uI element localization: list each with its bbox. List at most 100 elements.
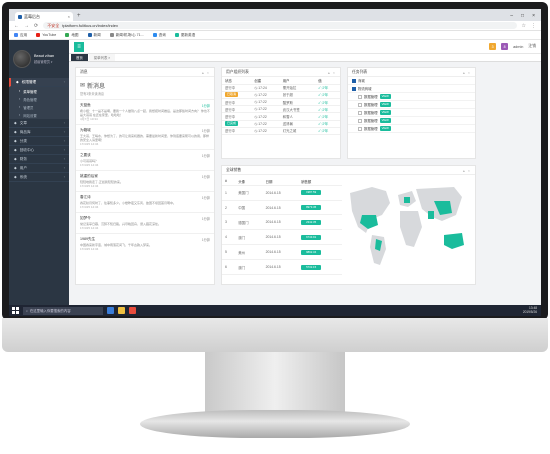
sidebar-item[interactable]: ◆ 系统 ‹ bbox=[9, 173, 69, 182]
task-item[interactable]: 数据管理 VIEW bbox=[348, 109, 475, 117]
menu-item-icon: ◆ bbox=[14, 139, 17, 143]
view-button[interactable]: VIEW bbox=[379, 126, 391, 131]
task-item[interactable]: 数据管理 VIEW bbox=[348, 93, 475, 101]
table-row[interactable]: 已取消 ◷ 17:22 张于超 ✓ 少年 bbox=[222, 91, 340, 100]
checkbox[interactable] bbox=[352, 78, 356, 83]
explorer-icon[interactable] bbox=[118, 307, 125, 314]
date-cell: 2014.6.15 bbox=[262, 200, 299, 216]
task-item[interactable]: 数据管理 VIEW bbox=[348, 125, 475, 133]
message-item[interactable]: 1989先生 1分钟 中国春来新宇宙，城中雨落花间飞，千年古韵入梦来。 17/4/25… bbox=[76, 233, 214, 254]
browser-tab[interactable]: 蓝莓后台 × bbox=[15, 12, 73, 21]
chevron-icon: ‹ bbox=[63, 166, 65, 170]
sidebar: Beaut zihan 超级管理员 ▾ ◆ 权限管理 ‹ ▪ 菜单管理 ▪ 角色管理 ▪ 管理员… bbox=[9, 40, 69, 305]
checkbox[interactable] bbox=[352, 86, 356, 91]
bookmark[interactable]: 新闻 bbox=[87, 33, 101, 38]
checkbox[interactable] bbox=[358, 94, 362, 99]
sidebar-item[interactable]: ◆ 财务 ‹ bbox=[9, 155, 69, 164]
sidebar-item[interactable]: ▪ 管理员 bbox=[9, 103, 69, 111]
column-header: 创建 bbox=[251, 77, 280, 85]
table-row[interactable]: 进行中 ◷ 17:22 和雪人 ✓ 少年 bbox=[222, 112, 340, 121]
reload-icon[interactable]: ⟳ bbox=[34, 23, 38, 29]
task-view-icon[interactable] bbox=[107, 307, 114, 314]
message-item[interactable]: 姚重的后家 1分钟 轻轻地我走了,正如我轻轻的来。 17/4/25 14:34 bbox=[76, 170, 214, 191]
message-item[interactable]: 天蓝鱼 1分钟 希小姐：十一是不是啊，要我一个人做到八点一起，我想把时间推后，是这那… bbox=[76, 99, 214, 124]
page-icon bbox=[152, 33, 157, 37]
table-row[interactable]: 4 澳门 2014.6.15 6743.91 bbox=[222, 229, 342, 246]
checkbox[interactable] bbox=[358, 118, 362, 123]
windows-start-icon[interactable] bbox=[12, 307, 19, 314]
url-field[interactable]: 不安全 tplatform.fulitkus.cn/index/index bbox=[43, 22, 517, 29]
sidebar-item[interactable]: ◆ 商品库 ‹ bbox=[9, 128, 69, 137]
back-icon[interactable]: ← bbox=[14, 23, 19, 29]
table-row[interactable]: 2 中国 2014.6.15 8973.45 bbox=[222, 200, 342, 216]
forward-icon[interactable]: → bbox=[24, 23, 29, 29]
close-tab-icon[interactable]: × bbox=[68, 14, 70, 19]
taskbar-search[interactable]: ⌕ 在这里输入你要搜索的内容 bbox=[23, 306, 103, 315]
page-tab[interactable]: 菜单列表 × bbox=[88, 54, 116, 61]
close-window-icon[interactable]: × bbox=[532, 11, 535, 21]
sidebar-item[interactable]: ▪ 菜单管理 bbox=[9, 87, 69, 95]
sidebar-item[interactable]: ◆ 权限管理 ‹ bbox=[9, 78, 69, 87]
message-item[interactable]: 为箱城 1分钟 王大哥，王喝水，你想为了，的可让用来机器的，需要最新时间里，你到底要… bbox=[76, 124, 214, 149]
checkbox[interactable] bbox=[358, 126, 362, 131]
table-row[interactable]: 1 美国门 2014.6.15 1987.59 bbox=[222, 185, 342, 201]
table-row[interactable]: 3 德国门 2014.6.15 2342.35 bbox=[222, 214, 342, 231]
menu-dots-icon[interactable]: ⋮ bbox=[531, 23, 536, 29]
maximize-icon[interactable]: □ bbox=[521, 11, 524, 21]
time-text: 17:22 bbox=[258, 107, 267, 112]
chevron-icon: ‹ bbox=[63, 130, 65, 134]
table-row[interactable]: 进行中 ◷ 17:22 酷罗斯 ✓ 少年 bbox=[222, 98, 340, 107]
user-role[interactable]: 超级管理员 ▾ bbox=[34, 59, 54, 64]
star-icon[interactable]: ☆ bbox=[522, 23, 526, 29]
bookmark[interactable]: 新闻/机场/心 71... bbox=[109, 33, 144, 38]
view-button[interactable]: VIEW bbox=[379, 110, 391, 115]
avatar[interactable] bbox=[13, 50, 31, 68]
bookmark[interactable]: 应用 bbox=[14, 33, 27, 38]
sidebar-item[interactable]: ◆ 分类 ‹ bbox=[9, 137, 69, 146]
table-row[interactable]: 5 美州 2014.6.15 9892.34 bbox=[222, 244, 342, 261]
bookmark[interactable]: YouTube bbox=[36, 33, 56, 37]
message-icon[interactable]: 8 bbox=[501, 43, 509, 50]
chrome-icon[interactable] bbox=[129, 307, 136, 314]
time-cell: ◷ 17:22 bbox=[251, 91, 280, 100]
view-button[interactable]: VIEW bbox=[379, 118, 391, 123]
bookmark[interactable]: 地图 bbox=[65, 33, 79, 38]
column-header: # bbox=[222, 178, 236, 186]
sidebar-item[interactable]: ◆ 用户 ‹ bbox=[9, 164, 69, 173]
new-tab-icon[interactable]: + bbox=[77, 12, 81, 21]
table-row[interactable]: 进行中 ◷ 17:22 灯光之城 ✓ 少年 bbox=[222, 127, 340, 136]
panel-controls-icon[interactable]: ▴ × bbox=[463, 168, 471, 173]
message-item[interactable]: 如梦令 1分钟 常记溪亭日暮，沉醉不知归路。兴尽晚回舟，误入藕花深处。 17/4/25… bbox=[76, 212, 214, 233]
view-button[interactable]: VIEW bbox=[379, 94, 391, 99]
checkbox[interactable] bbox=[358, 102, 362, 107]
minimize-icon[interactable]: – bbox=[510, 11, 513, 21]
amount-badge: 9892.34 bbox=[301, 249, 322, 255]
sidebar-item[interactable]: ◆ 文章 ‹ bbox=[9, 119, 69, 128]
bookmark[interactable]: 咨询 bbox=[152, 33, 166, 38]
view-button[interactable]: VIEW bbox=[379, 102, 391, 107]
bookmark[interactable]: 更新英语 bbox=[174, 33, 195, 38]
table-row[interactable]: 进行中 ◷ 17:22 武汉大书签 ✓ 少年 bbox=[222, 105, 340, 114]
table-row[interactable]: 6 澳门 2014.6.15 5732.15 bbox=[222, 259, 342, 275]
task-item[interactable]: 数据管理 VIEW bbox=[348, 101, 475, 109]
sidebar-item[interactable]: ◆ 回收中心 ‹ bbox=[9, 146, 69, 155]
notification-icon[interactable]: 3 bbox=[489, 43, 497, 50]
page-tab[interactable]: 首页 bbox=[71, 54, 88, 61]
task-item[interactable]: 数据管理 VIEW bbox=[348, 117, 475, 125]
admin-label[interactable]: admin bbox=[513, 45, 523, 49]
table-row[interactable]: 进行中 ◷ 17:24 需开始拉 ✓ 少年 bbox=[222, 84, 340, 92]
table-row[interactable]: 已完成 ◷ 17:22 送清暑 ✓ 少年 bbox=[222, 120, 340, 128]
message-item[interactable]: 之要该 1分钟 小可哥哥吗？ 17/4/25 14:34 bbox=[76, 149, 214, 170]
panel-controls-icon[interactable]: ▴ × bbox=[328, 70, 336, 75]
task-item[interactable]: 商城 bbox=[348, 77, 475, 85]
checkbox[interactable] bbox=[358, 110, 362, 115]
logout-link[interactable]: 注销 bbox=[528, 44, 536, 49]
sidebar-item[interactable]: ▪ 角色管理 bbox=[9, 95, 69, 103]
menu-toggle-icon[interactable]: ≡ bbox=[74, 41, 84, 52]
sidebar-item[interactable]: ▪ 网站设置 bbox=[9, 111, 69, 119]
panel-controls-icon[interactable]: ▴ × bbox=[202, 70, 210, 75]
chevron-icon: ‹ bbox=[63, 121, 65, 125]
panel-controls-icon[interactable]: ▴ × bbox=[463, 70, 471, 75]
task-item[interactable]: 物流商城 bbox=[348, 85, 475, 93]
message-item[interactable]: 春江诗 1分钟 春花秋月何时了，往事知多少。小楼昨夜又东风，故国不堪回首月明中。 17… bbox=[76, 191, 214, 212]
